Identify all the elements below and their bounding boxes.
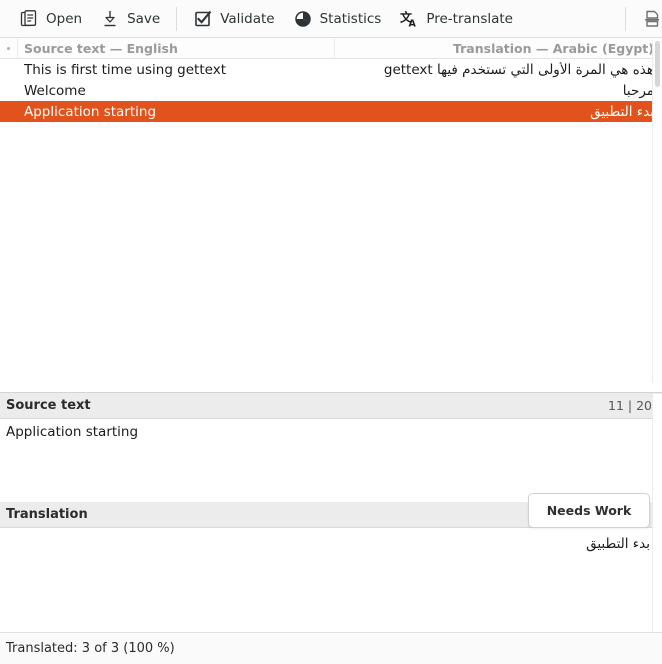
panel-splitter[interactable] <box>0 382 662 393</box>
main-toolbar: Open Save Validate Statistics 文 A Pre-tr… <box>0 0 662 38</box>
toolbar-separator-2 <box>625 6 626 31</box>
pre-translate-button-label: Pre-translate <box>426 10 513 27</box>
open-folder-icon <box>19 9 39 29</box>
row-target-cell: مرحبا <box>622 82 654 99</box>
row-source-cell: Welcome <box>24 82 86 99</box>
save-button-label: Save <box>127 10 161 27</box>
list-scrollbar-thumb[interactable] <box>655 41 660 87</box>
pre-translate-button[interactable]: 文 A Pre-translate <box>390 4 522 34</box>
source-text-content: Application starting <box>6 424 139 440</box>
document-button[interactable] <box>633 4 662 34</box>
source-char-counter: 11 | 20 <box>608 398 652 413</box>
open-button[interactable]: Open <box>10 4 91 34</box>
document-icon <box>642 9 662 29</box>
save-download-icon <box>100 9 120 29</box>
checkbox-check-icon <box>193 9 213 29</box>
needs-work-label: Needs Work <box>546 503 632 518</box>
status-bar-text: Translated: 3 of 3 (100 %) <box>6 641 175 656</box>
translation-list-header: Source text — English Translation — Arab… <box>0 38 662 59</box>
translation-text-content: بدء التطبيق <box>586 536 650 552</box>
translation-list[interactable]: This is first time using gettext هذه هي … <box>0 59 662 382</box>
table-row-selected[interactable]: Application starting بدء التطبيق <box>0 101 662 122</box>
flag-dot-icon <box>7 46 10 50</box>
list-header-target-column[interactable]: Translation — Arabic (Egypt) <box>335 38 662 58</box>
statistics-button[interactable]: Statistics <box>284 4 391 34</box>
translate-icon: 文 A <box>399 9 419 29</box>
row-target-cell: هذه هي المرة الأولى التي تستخدم فيها get… <box>383 61 654 78</box>
translation-panel-title: Translation <box>6 507 88 522</box>
list-header-source-column[interactable]: Source text — English <box>18 38 335 58</box>
row-target-cell: بدء التطبيق <box>590 103 654 120</box>
statistics-button-label: Statistics <box>319 10 382 27</box>
list-header-flag-column[interactable] <box>0 38 18 58</box>
validate-button-label: Validate <box>220 10 275 27</box>
list-header-target-label: Translation — Arabic (Egypt) <box>452 40 654 56</box>
toolbar-overflow-area <box>618 4 662 34</box>
toolbar-separator-1 <box>176 6 178 31</box>
poedit-window: Open Save Validate Statistics 文 A Pre-tr… <box>0 0 662 664</box>
row-source-cell: Application starting <box>24 103 157 120</box>
list-vertical-scrollbar[interactable] <box>652 40 662 383</box>
svg-text:A: A <box>409 18 417 29</box>
source-panel-title: Source text <box>6 398 91 413</box>
pie-chart-icon <box>293 9 313 29</box>
table-row[interactable]: Welcome مرحبا <box>0 80 662 101</box>
save-button[interactable]: Save <box>91 4 169 34</box>
table-row[interactable]: This is first time using gettext هذه هي … <box>0 59 662 80</box>
validate-button[interactable]: Validate <box>184 4 283 34</box>
needs-work-button[interactable]: Needs Work <box>528 493 650 528</box>
list-header-source-label: Source text — English <box>24 40 178 56</box>
translation-panel-header: Translation Needs Work <box>0 493 662 528</box>
panel-vertical-scrollbar[interactable] <box>652 394 662 632</box>
translation-text-input[interactable]: بدء التطبيق <box>0 528 662 632</box>
open-button-label: Open <box>46 10 83 27</box>
status-bar: Translated: 3 of 3 (100 %) <box>0 632 662 664</box>
row-source-cell: This is first time using gettext <box>24 61 226 78</box>
source-panel-header: Source text 11 | 20 <box>0 393 662 419</box>
source-text-view[interactable]: Application starting <box>0 419 662 502</box>
